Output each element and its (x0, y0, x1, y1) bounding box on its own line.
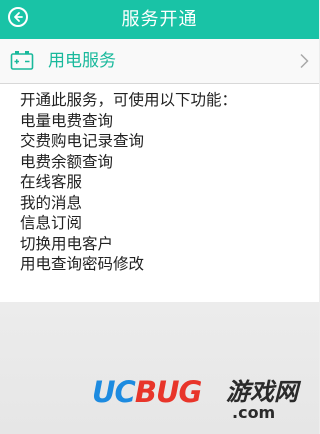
service-row-electricity[interactable]: 用电服务 (0, 39, 319, 84)
feature-item: 我的消息 (20, 193, 83, 212)
battery-icon (10, 51, 34, 70)
header-bar: 服务开通 (0, 0, 319, 39)
chevron-right-icon (300, 53, 309, 69)
watermark-domain: .com (232, 403, 276, 422)
feature-list: 电量电费查询 交费购电记录查询 电费余额查询 在线客服 我的消息 信息订阅 切换… (20, 111, 144, 275)
feature-item: 在线客服 (20, 173, 83, 191)
watermark-logo: UCBUG 游戏网 .com (92, 372, 314, 430)
intro-text: 开通此服务，可使用以下功能： (20, 91, 238, 109)
page-title: 服务开通 (121, 9, 198, 30)
watermark-brand: UCBUG (92, 372, 202, 412)
feature-item: 切换用电客户 (20, 234, 114, 253)
feature-item: 交费购电记录查询 (20, 132, 145, 150)
feature-item: 信息订阅 (20, 214, 83, 232)
feature-item: 电量电费查询 (20, 111, 114, 130)
feature-item: 电费余额查询 (20, 152, 114, 171)
watermark-part1: UC (92, 375, 136, 409)
watermark-part2: BUG (134, 375, 202, 409)
service-label: 用电服务 (48, 51, 116, 71)
feature-item: 用电查询密码修改 (20, 255, 145, 273)
service-description-panel: 开通此服务，可使用以下功能： 电量电费查询 交费购电记录查询 电费余额查询 在线… (0, 84, 319, 302)
